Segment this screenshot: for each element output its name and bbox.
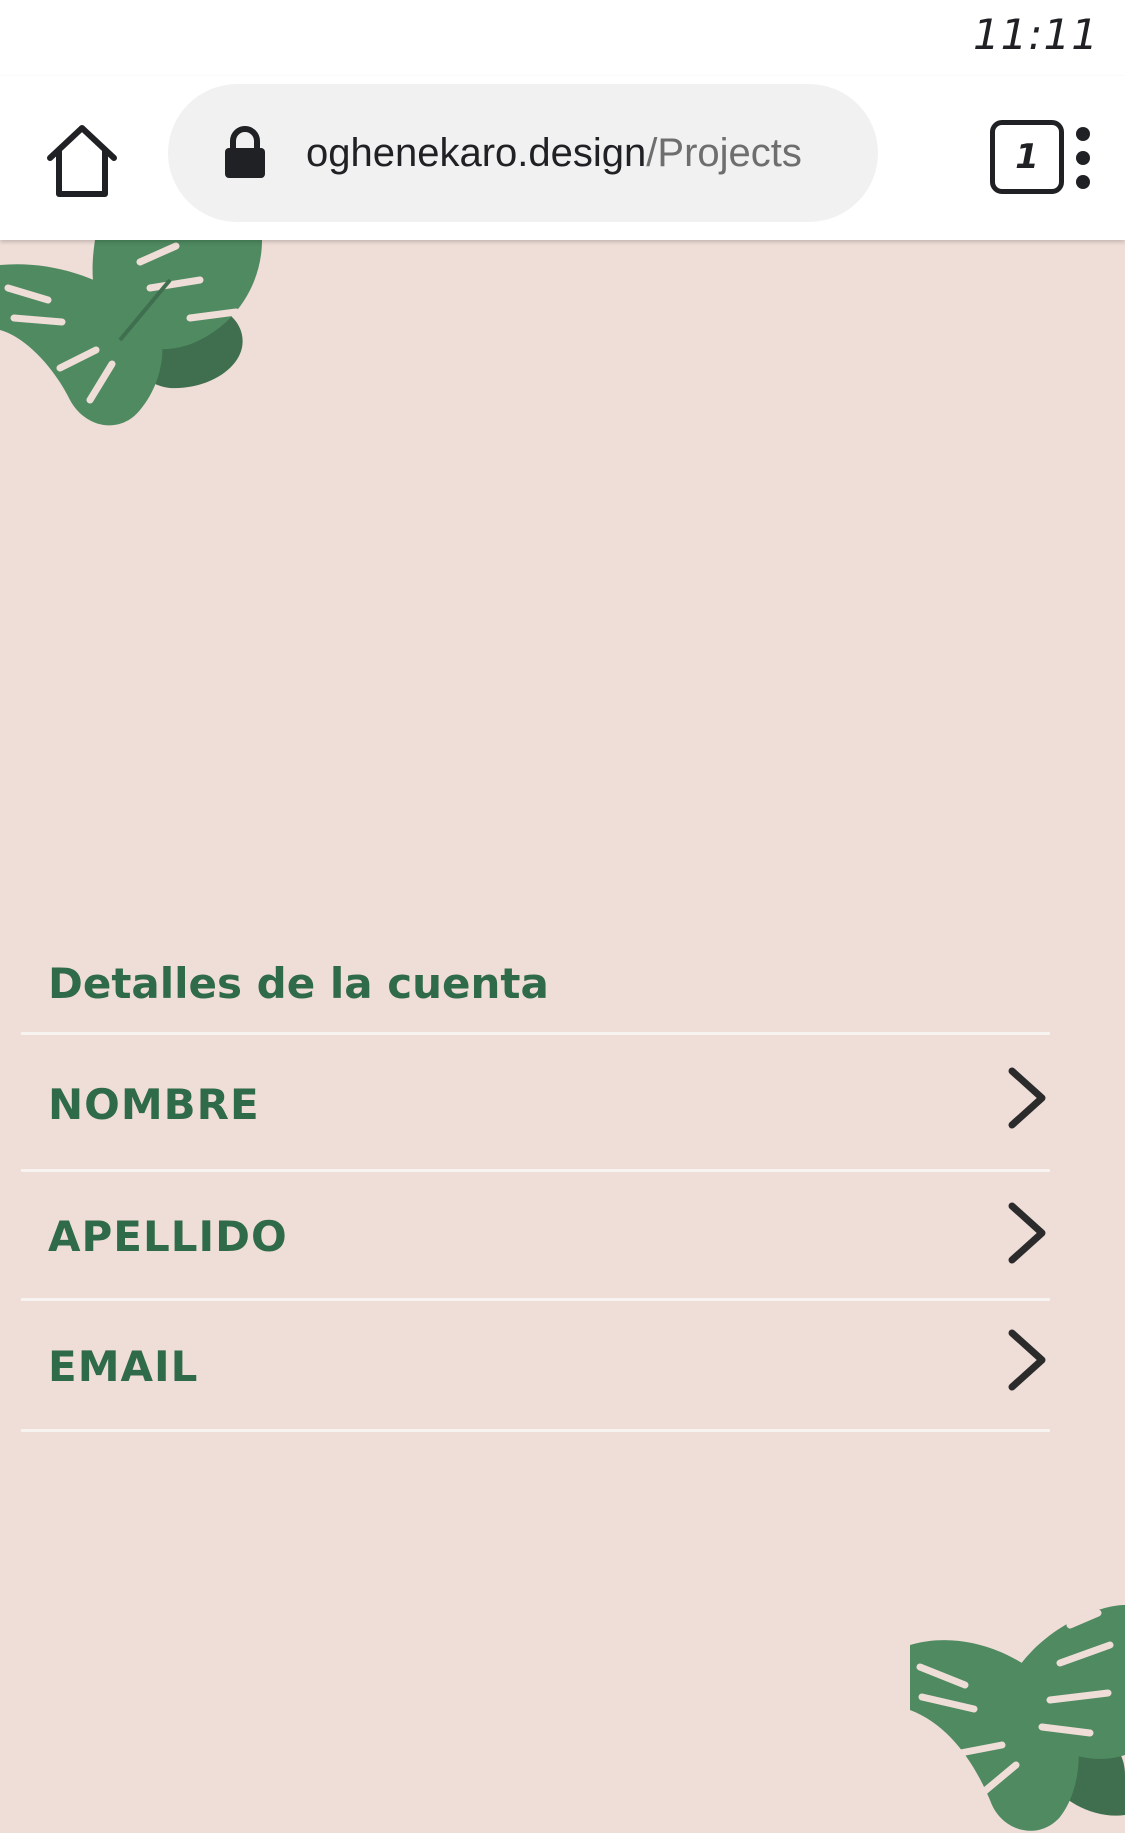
account-details-list: NOMBRE APELLIDO EMAIL — [21, 1032, 1050, 1432]
section-title: Detalles de la cuenta — [48, 959, 549, 1008]
monstera-leaf-icon — [910, 1605, 1125, 1831]
browser-menu-button[interactable] — [1068, 118, 1098, 198]
row-email[interactable]: EMAIL — [21, 1301, 1050, 1429]
tab-count: 1 — [1015, 137, 1039, 177]
divider — [21, 1429, 1050, 1432]
row-label: APELLIDO — [48, 1212, 288, 1261]
status-time: 11:11 — [972, 10, 1099, 59]
tab-switcher-button[interactable]: 1 — [990, 120, 1064, 194]
row-apellido[interactable]: APELLIDO — [21, 1172, 1050, 1298]
home-button[interactable] — [42, 120, 122, 200]
chevron-right-icon — [1008, 1202, 1046, 1264]
address-bar[interactable]: oghenekaro.design/Projects — [168, 84, 878, 222]
chevron-right-icon — [1008, 1067, 1046, 1129]
chevron-right-icon — [1008, 1329, 1046, 1391]
row-nombre[interactable]: NOMBRE — [21, 1035, 1050, 1169]
browser-toolbar: oghenekaro.design/Projects 1 — [0, 76, 1125, 240]
status-bar: 11:11 — [0, 0, 1125, 76]
row-label: EMAIL — [48, 1342, 199, 1391]
row-label: NOMBRE — [48, 1080, 260, 1129]
url-text[interactable]: oghenekaro.design/Projects — [306, 128, 802, 178]
url-domain: oghenekaro.design — [306, 131, 647, 175]
home-icon — [47, 125, 117, 197]
lock-icon — [225, 126, 265, 178]
more-vert-icon — [1076, 127, 1090, 189]
monstera-leaf-icon — [0, 240, 262, 426]
url-path: /Projects — [646, 131, 802, 175]
